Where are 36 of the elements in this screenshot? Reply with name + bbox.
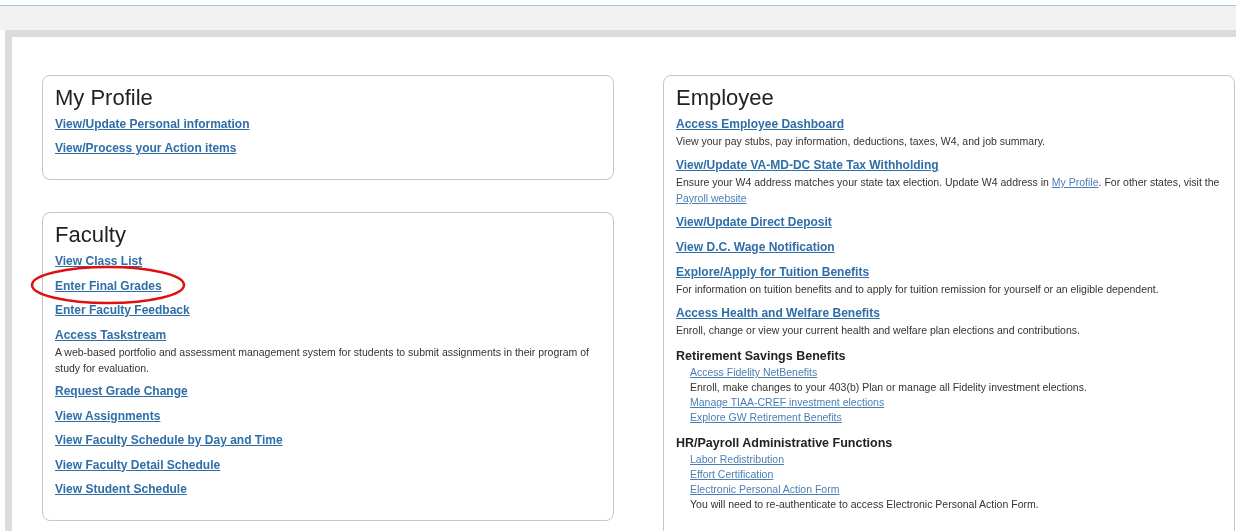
employee-link[interactable]: View D.C. Wage Notification [676, 238, 835, 256]
link-description: For information on tuition benefits and to apply for tuition remission for yourself or an eligible dependent. [676, 282, 1160, 297]
sub-link[interactable]: Access Fidelity NetBenefits [690, 365, 818, 380]
sub-link[interactable]: Electronic Personal Action Form [690, 482, 840, 497]
employee-link[interactable]: Explore/Apply for Tuition Benefits [676, 263, 870, 281]
employee-link[interactable]: Access Health and Welfare Benefits [676, 304, 880, 322]
profile-link[interactable]: View/Update Personal information [55, 115, 250, 133]
panel-title: Faculty [55, 223, 127, 247]
faculty-link[interactable]: View Class List [55, 254, 143, 268]
faculty-link[interactable]: Request Grade Change [55, 384, 188, 398]
sub-link[interactable]: Labor Redistribution [690, 452, 784, 467]
employee-link[interactable]: View/Update VA-MD-DC State Tax Withholding [676, 156, 939, 174]
note-text: Enroll, make changes to your 403(b) Plan or manage all Fidelity investment elections. [690, 380, 1088, 395]
note-text: You will need to re-authenticate to access Electronic Personal Action Form. [690, 497, 1040, 512]
employee-link[interactable]: View/Update Direct Deposit [676, 213, 832, 231]
link-description: A web-based portfolio and assessment management system for students to submit assignments in their program of study for evaluation. [55, 344, 590, 376]
section-heading: Retirement Savings Benefits [676, 348, 847, 365]
panel-title: My Profile [55, 86, 154, 110]
faculty-link[interactable]: View Assignments [55, 408, 161, 423]
faculty-link[interactable]: Enter Faculty Feedback [55, 303, 190, 317]
faculty-link[interactable]: View Student Schedule [55, 482, 187, 496]
profile-link[interactable]: View/Process your Action items [55, 139, 237, 157]
link-description: Enroll, change or view your current health and welfare plan elections and contributions. [676, 323, 1081, 338]
link-description: Ensure your W4 address matches your state tax election. Update W4 address in My Profile. For other states, visit the Payroll website [676, 175, 1221, 206]
sub-link[interactable]: Effort Certification [690, 467, 774, 482]
sub-link[interactable]: Manage TIAA-CREF investment elections [690, 395, 885, 410]
faculty-link[interactable]: View Faculty Schedule by Day and Time [55, 433, 283, 447]
sub-link[interactable]: Explore GW Retirement Benefits [690, 410, 842, 425]
link-description: View your pay stubs, pay information, deductions, taxes, W4, and job summary. [676, 134, 1047, 149]
faculty-link[interactable]: View Faculty Detail Schedule [55, 457, 221, 472]
section-heading: HR/Payroll Administrative Functions [676, 435, 894, 452]
faculty-link[interactable]: Access Taskstream [55, 327, 167, 342]
panel-title: Employee [676, 86, 775, 110]
employee-link[interactable]: Access Employee Dashboard [676, 115, 845, 133]
inline-link[interactable]: My Profile [1051, 176, 1099, 188]
inline-link[interactable]: Payroll website [676, 192, 747, 204]
